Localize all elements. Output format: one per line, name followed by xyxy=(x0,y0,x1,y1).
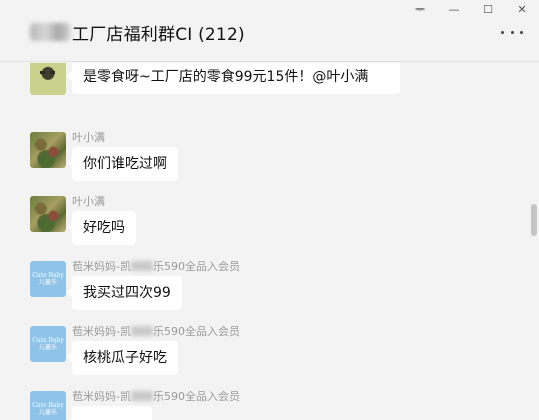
blurred-text xyxy=(130,326,153,336)
blurred-title-prefix xyxy=(30,23,70,41)
more-dots-icon[interactable] xyxy=(501,24,523,40)
sender-name: 叶小满 xyxy=(72,131,105,144)
message-bubble[interactable] xyxy=(67,406,152,420)
face-icon xyxy=(40,71,55,74)
window-controls: ᆓ — ☐ ✕ xyxy=(403,0,539,18)
avatar-logo-subtext: 儿童乐 xyxy=(38,344,57,351)
avatar-logo-text: Cute Baby xyxy=(32,402,64,409)
sender-name-suffix: 乐590全品入会员 xyxy=(152,260,240,273)
chat-title-area: 工厂店福利群CI (212) xyxy=(30,20,245,45)
avatar-logo-text: Cute Baby xyxy=(32,337,64,344)
blurred-text xyxy=(130,261,153,271)
message-bubble[interactable]: 是零食呀~工厂店的零食99元15件！@叶小满 xyxy=(67,63,400,94)
chat-title: 工厂店福利群CI (212) xyxy=(72,24,245,45)
maximize-icon[interactable]: ☐ xyxy=(471,0,505,18)
avatar[interactable]: Cute Baby 儿童乐 xyxy=(30,261,66,297)
message-bubble[interactable]: 你们谁吃过啊 xyxy=(67,147,178,181)
sender-name-suffix: 乐590全品入会员 xyxy=(152,390,240,403)
sender-name-suffix: 乐590全品入会员 xyxy=(152,325,240,338)
sender-name: 叶小满 xyxy=(72,195,105,208)
message-bubble[interactable]: 我买过四次99 xyxy=(67,276,182,310)
avatar[interactable]: Cute Baby 儿童乐 xyxy=(30,326,66,362)
message-bubble[interactable]: 好吃吗 xyxy=(67,211,136,245)
sender-name: 苞米妈妈-凯 乐590全品入会员 xyxy=(72,323,240,339)
scrollbar[interactable] xyxy=(528,63,538,420)
message-bubble[interactable]: 核桃瓜子好吃 xyxy=(67,341,178,375)
sender-name-prefix: 苞米妈妈-凯 xyxy=(72,325,131,338)
scrollbar-thumb[interactable] xyxy=(531,204,537,236)
avatar[interactable] xyxy=(30,132,66,168)
avatar-logo-subtext: 儿童乐 xyxy=(38,279,57,286)
avatar[interactable] xyxy=(30,63,66,95)
sender-name: 苞米妈妈-凯 乐590全品入会员 xyxy=(72,388,240,404)
message-list[interactable]: 是零食呀~工厂店的零食99元15件！@叶小满 叶小满 你们谁吃过啊 叶小满 好吃… xyxy=(0,63,525,420)
avatar[interactable]: Cute Baby 儿童乐 xyxy=(30,391,66,420)
close-icon[interactable]: ✕ xyxy=(505,0,539,18)
sender-name-prefix: 苞米妈妈-凯 xyxy=(72,260,131,273)
minimize-icon[interactable]: — xyxy=(437,0,471,18)
sender-name: 苞米妈妈-凯 乐590全品入会员 xyxy=(72,258,240,274)
avatar-logo-subtext: 儿童乐 xyxy=(38,409,57,416)
title-bar: ᆓ — ☐ ✕ 工厂店福利群CI (212) xyxy=(0,0,539,62)
pin-icon[interactable]: ᆓ xyxy=(403,0,437,18)
blurred-text xyxy=(130,391,153,401)
sender-name-prefix: 苞米妈妈-凯 xyxy=(72,390,131,403)
avatar-logo-text: Cute Baby xyxy=(32,272,64,279)
avatar[interactable] xyxy=(30,196,66,232)
